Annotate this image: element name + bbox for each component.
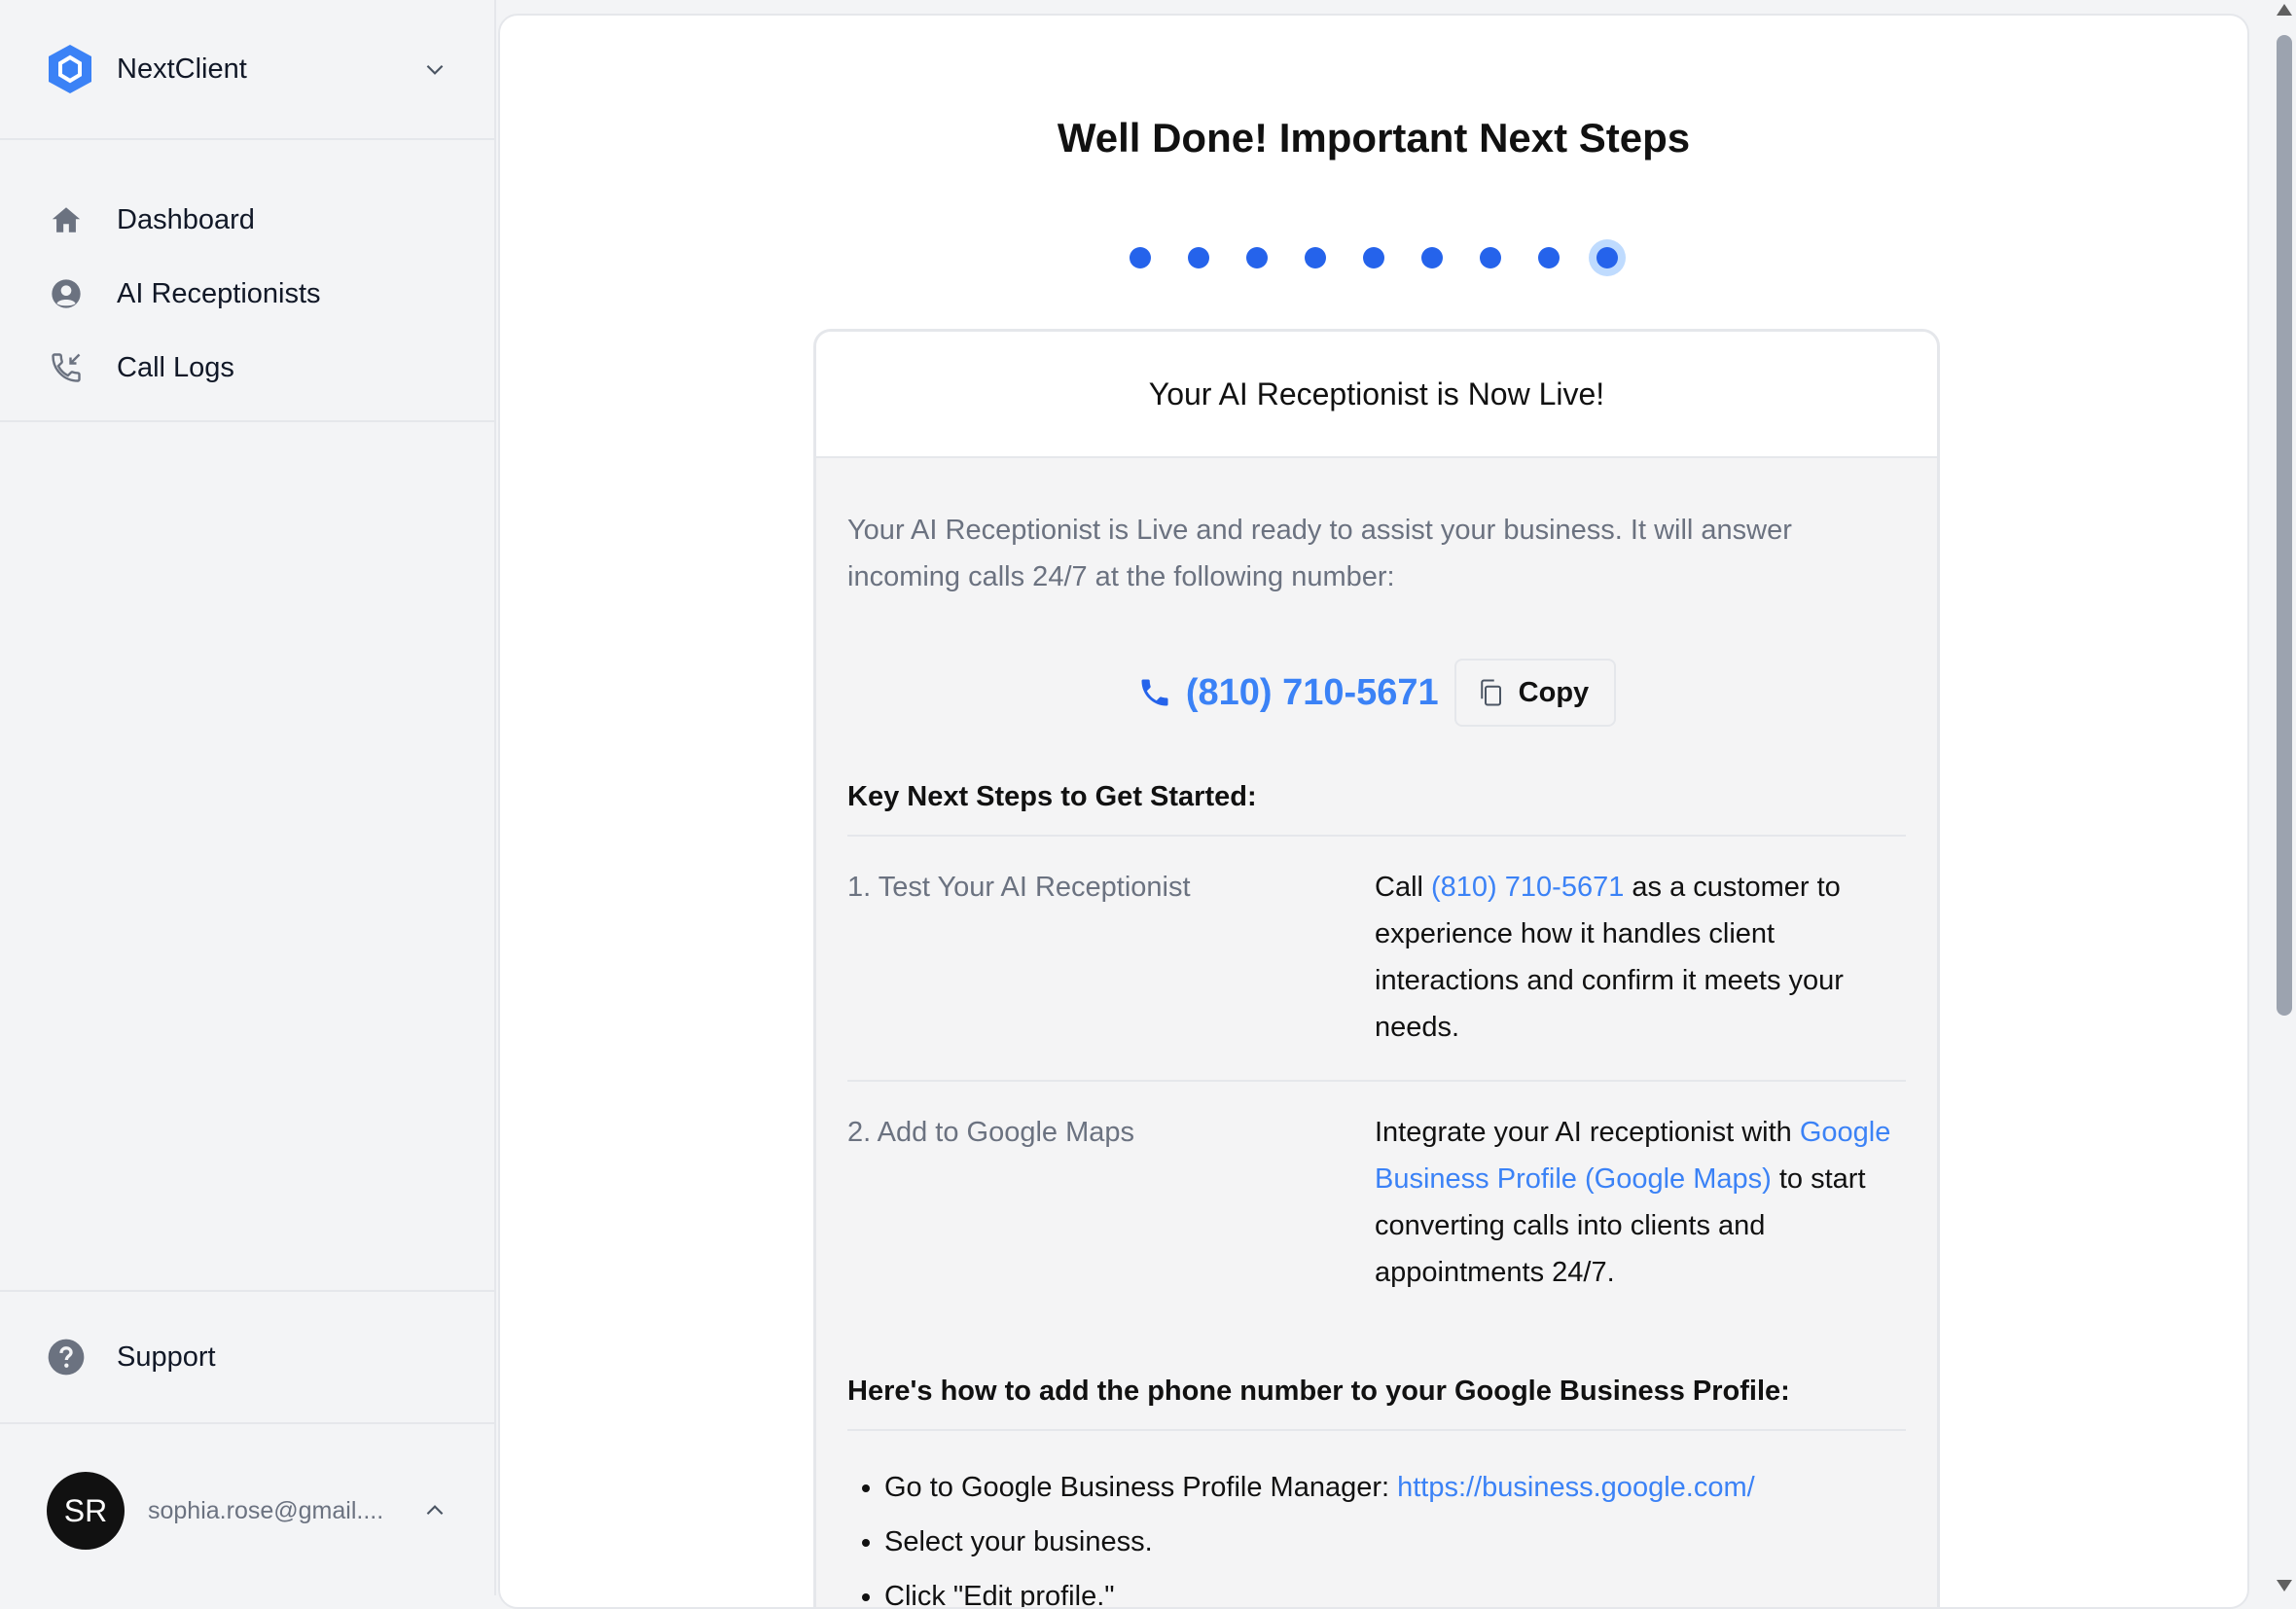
step-dot-3[interactable] bbox=[1246, 247, 1268, 268]
user-circle-icon bbox=[47, 274, 86, 313]
nav-item-dashboard[interactable]: Dashboard bbox=[0, 183, 494, 257]
user-email: sophia.rose@gmail.... bbox=[148, 1496, 384, 1524]
scrollbar[interactable] bbox=[2273, 0, 2296, 1595]
home-icon bbox=[47, 200, 86, 239]
hexagon-logo-icon bbox=[49, 45, 91, 93]
scroll-up-arrow-icon[interactable] bbox=[2277, 4, 2292, 16]
support-label: Support bbox=[117, 1341, 216, 1373]
nav-label: Dashboard bbox=[117, 203, 255, 235]
chevron-down-icon bbox=[426, 64, 444, 75]
step-title: 2. Add to Google Maps bbox=[847, 1117, 1135, 1148]
business-google-link[interactable]: https://business.google.com/ bbox=[1397, 1472, 1755, 1503]
step-dot-4[interactable] bbox=[1305, 247, 1326, 268]
help-circle-icon bbox=[48, 1339, 85, 1376]
nav-item-call-logs[interactable]: Call Logs bbox=[0, 331, 494, 405]
main-panel: Well Done! Important Next Steps Your AI … bbox=[498, 14, 2249, 1609]
phone-row: (810) 710-5671 Copy bbox=[847, 659, 1906, 727]
step-dot-1[interactable] bbox=[1130, 247, 1151, 268]
step-dot-5[interactable] bbox=[1363, 247, 1384, 268]
intro-text: Your AI Receptionist is Live and ready t… bbox=[847, 515, 1792, 592]
howto-heading: Here's how to add the phone number to yo… bbox=[847, 1376, 1906, 1431]
key-steps-heading: Key Next Steps to Get Started: bbox=[847, 781, 1906, 837]
list-item-text: Select your business. bbox=[884, 1526, 1153, 1557]
copy-button[interactable]: Copy bbox=[1453, 659, 1617, 727]
step-dot-6[interactable] bbox=[1421, 247, 1443, 268]
step-description: Integrate your AI receptionist with Goog… bbox=[1375, 1109, 1906, 1296]
howto-list: Go to Google Business Profile Manager: h… bbox=[847, 1460, 1906, 1607]
scrollbar-thumb[interactable] bbox=[2277, 35, 2292, 1016]
phone-number[interactable]: (810) 710-5671 bbox=[1186, 672, 1439, 714]
nav-label: Call Logs bbox=[117, 351, 234, 383]
step-dot-7[interactable] bbox=[1480, 247, 1501, 268]
main-nav: Dashboard AI Receptionists Call Logs bbox=[0, 142, 494, 422]
step-dot-2[interactable] bbox=[1188, 247, 1209, 268]
step-text: Call bbox=[1375, 872, 1432, 903]
card-title: Your AI Receptionist is Now Live! bbox=[816, 332, 1937, 458]
phone-icon bbox=[1141, 679, 1168, 706]
step-description: Call (810) 710-5671 as a customer to exp… bbox=[1375, 864, 1906, 1051]
step-row-google-maps: 2. Add to Google Maps Integrate your AI … bbox=[847, 1082, 1906, 1325]
step-text: Integrate your AI receptionist with bbox=[1375, 1117, 1800, 1148]
sidebar: NextClient Dashboard AI Receptionists Ca… bbox=[0, 0, 496, 1595]
workspace-name: NextClient bbox=[117, 53, 247, 85]
step-dot-8[interactable] bbox=[1538, 247, 1560, 268]
step-indicator bbox=[500, 247, 2247, 268]
list-item: Select your business. bbox=[884, 1515, 1906, 1569]
avatar: SR bbox=[47, 1472, 125, 1550]
phone-link[interactable]: (810) 710-5671 bbox=[1431, 872, 1624, 903]
live-receptionist-card: Your AI Receptionist is Now Live! Your A… bbox=[813, 329, 1940, 1607]
step-row-test: 1. Test Your AI Receptionist Call (810) … bbox=[847, 837, 1906, 1082]
workspace-switcher[interactable]: NextClient bbox=[0, 0, 494, 140]
list-item: Click "Edit profile." bbox=[884, 1569, 1906, 1607]
nav-label: AI Receptionists bbox=[117, 277, 321, 309]
copy-icon bbox=[1480, 679, 1501, 706]
nav-item-ai-receptionists[interactable]: AI Receptionists bbox=[0, 257, 494, 331]
phone-incoming-icon bbox=[47, 348, 86, 387]
scroll-down-arrow-icon[interactable] bbox=[2277, 1580, 2292, 1591]
card-body: Your AI Receptionist is Live and ready t… bbox=[816, 458, 1937, 1607]
page-title: Well Done! Important Next Steps bbox=[1057, 115, 1691, 161]
support-link[interactable]: Support bbox=[0, 1290, 494, 1424]
list-item-text: Go to Google Business Profile Manager: bbox=[884, 1472, 1398, 1503]
step-title: 1. Test Your AI Receptionist bbox=[847, 872, 1191, 903]
step-dot-9-active[interactable] bbox=[1596, 247, 1618, 268]
list-item: Go to Google Business Profile Manager: h… bbox=[884, 1460, 1906, 1515]
user-menu[interactable]: SR sophia.rose@gmail.... bbox=[0, 1426, 494, 1595]
chevron-up-icon bbox=[426, 1505, 444, 1516]
copy-label: Copy bbox=[1518, 676, 1590, 708]
